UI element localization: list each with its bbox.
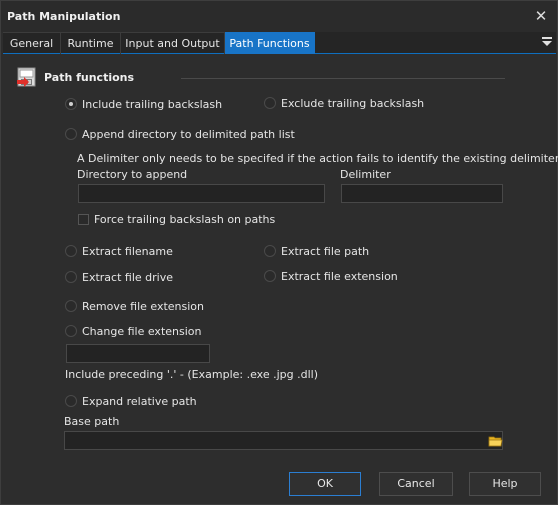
base-path-field[interactable] [64,431,503,450]
tab-general[interactable]: General [3,32,61,54]
delimiter-field[interactable] [341,184,503,203]
group-divider [181,78,505,79]
exclude-trailing-label: Exclude trailing backslash [281,96,425,110]
radio-dot [264,270,276,282]
extract-filename-radio[interactable]: Extract filename [65,243,173,259]
title-bar: Path Manipulation ✕ [1,1,557,32]
radio-dot [65,271,77,283]
remove-file-extension-label: Remove file extension [82,299,205,313]
force-trailing-label: Force trailing backslash on paths [94,212,276,226]
expand-relative-radio[interactable]: Expand relative path [65,393,197,409]
extract-file-drive-label: Extract file drive [82,270,173,284]
radio-dot-selected [65,98,77,110]
window-title: Path Manipulation [7,10,121,23]
directory-label: Directory to append [77,168,188,181]
tab-path-functions[interactable]: Path Functions [225,32,315,54]
append-directory-radio[interactable]: Append directory to delimited path list [65,126,295,142]
radio-dot [65,325,77,337]
delimiter-note: A Delimiter only needs to be specifed if… [77,152,558,165]
radio-dot [264,245,276,257]
extract-file-path-radio[interactable]: Extract file path [264,243,369,259]
dialog-window: Path Manipulation ✕ General Runtime Inpu… [0,0,558,505]
include-trailing-label: Include trailing backslash [82,97,223,111]
base-path-label: Base path [64,415,120,428]
group-title: Path functions [44,71,135,84]
tab-input-output[interactable]: Input and Output [121,32,225,54]
directory-field[interactable] [78,184,325,203]
extension-note: Include preceding '.' - (Example: .exe .… [65,368,318,381]
help-button[interactable]: Help [469,472,541,496]
expand-relative-label: Expand relative path [82,394,197,408]
tab-bar: General Runtime Input and Output Path Fu… [3,32,556,54]
extract-file-extension-label: Extract file extension [281,269,398,283]
extension-field[interactable] [66,344,210,363]
exclude-trailing-radio[interactable]: Exclude trailing backslash [264,95,424,111]
change-file-extension-label: Change file extension [82,324,202,338]
radio-dot [264,97,276,109]
path-functions-icon [17,67,36,87]
cancel-button[interactable]: Cancel [379,472,453,496]
ok-button[interactable]: OK [289,472,361,496]
tab-runtime[interactable]: Runtime [61,32,121,54]
checkbox-box [78,213,89,225]
include-trailing-radio[interactable]: Include trailing backslash [65,96,222,112]
force-trailing-checkbox[interactable]: Force trailing backslash on paths [78,212,275,226]
browse-folder-icon[interactable] [488,432,503,449]
extract-filename-label: Extract filename [82,244,173,258]
extract-file-extension-radio[interactable]: Extract file extension [264,268,398,284]
radio-dot [65,300,77,312]
radio-dot [65,395,77,407]
extract-file-path-label: Extract file path [281,244,370,258]
delimiter-label: Delimiter [340,168,391,181]
extract-file-drive-radio[interactable]: Extract file drive [65,269,173,285]
radio-dot [65,128,77,140]
change-file-extension-radio[interactable]: Change file extension [65,323,202,339]
close-icon[interactable]: ✕ [532,7,550,25]
tab-menu-icon[interactable] [541,36,553,48]
radio-dot [65,245,77,257]
append-directory-label: Append directory to delimited path list [82,127,295,141]
remove-file-extension-radio[interactable]: Remove file extension [65,298,204,314]
